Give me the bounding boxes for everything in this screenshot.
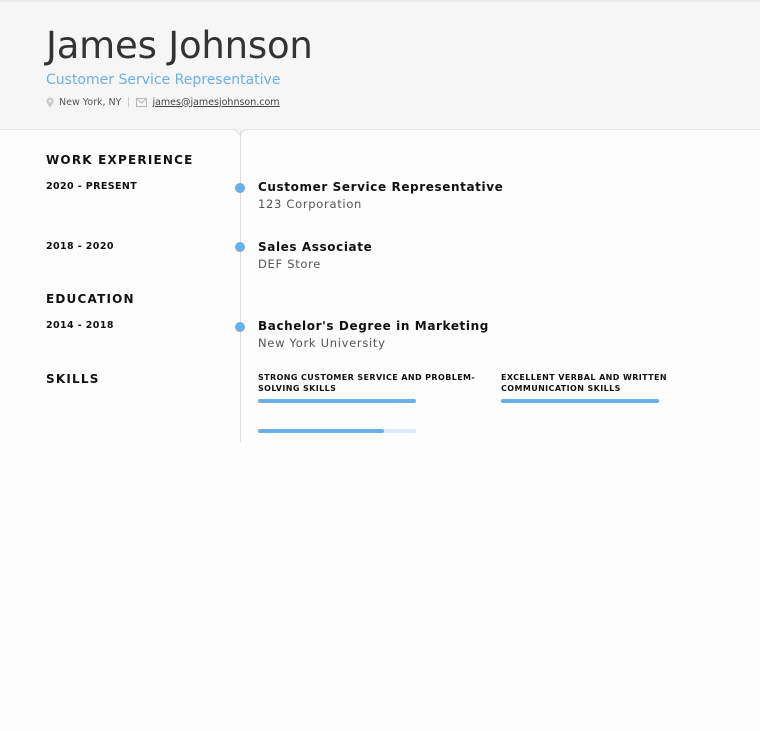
skill-bar	[258, 429, 416, 433]
education-degree: Bachelor's Degree in Marketing	[258, 319, 489, 333]
education-school: New York University	[258, 336, 386, 350]
work-org: DEF Store	[258, 257, 322, 271]
candidate-name: James Johnson	[46, 24, 313, 67]
work-dates: 2020 - PRESENT	[46, 181, 138, 192]
work-role: Sales Associate	[258, 240, 373, 254]
email-icon	[136, 97, 148, 107]
timeline-line	[240, 130, 241, 442]
skill-bar-fill	[501, 399, 659, 403]
skill-label: EXCELLENT VERBAL AND WRITTEN COMMUNICATI…	[501, 373, 668, 393]
skill-bar	[501, 399, 659, 403]
work-dates: 2018 - 2020	[46, 241, 114, 252]
header-top-border	[0, 0, 760, 2]
timeline-dot	[235, 183, 245, 193]
work-role: Customer Service Representative	[258, 180, 504, 194]
resume-header: James Johnson Customer Service Represent…	[0, 0, 760, 130]
contact-line: New York, NY james@jamesjohnson.com	[46, 95, 280, 109]
education-dates: 2014 - 2018	[46, 320, 114, 331]
contact-divider	[128, 97, 130, 107]
location-pin-icon	[46, 97, 54, 107]
section-heading-skills: SKILLS	[46, 372, 100, 386]
skill-bar-fill	[258, 429, 385, 433]
candidate-title: Customer Service Representative	[46, 72, 281, 88]
location-text: New York, NY	[59, 96, 122, 108]
timeline-dot	[235, 242, 245, 252]
email-link[interactable]: james@jamesjohnson.com	[152, 97, 279, 108]
section-heading-work: WORK EXPERIENCE	[46, 153, 194, 167]
skill-bar-fill	[258, 399, 416, 403]
timeline-dot	[235, 322, 245, 332]
skill-bar	[258, 399, 416, 403]
work-org: 123 Corporation	[258, 197, 363, 211]
skill-label: STRONG CUSTOMER SERVICE AND PROBLEM-SOLV…	[258, 373, 476, 393]
section-heading-education: EDUCATION	[46, 292, 135, 306]
